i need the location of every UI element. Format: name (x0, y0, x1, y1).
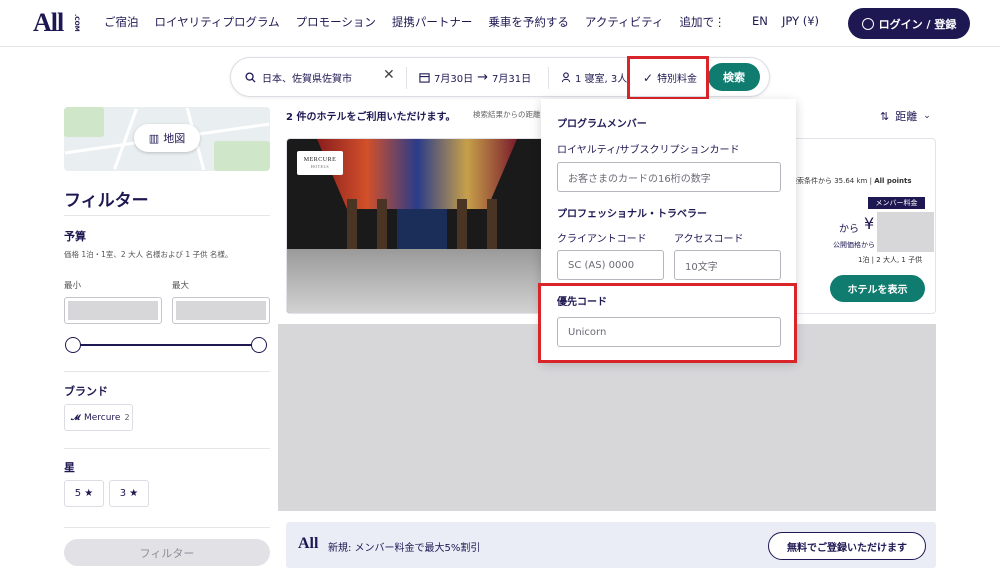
min-price-input[interactable] (64, 297, 162, 324)
nav-partners[interactable]: 提携パートナー (392, 14, 473, 30)
client-code-label: クライアントコード (557, 234, 647, 245)
sort-icon: ⇅ (880, 109, 890, 123)
destination-field[interactable]: 日本、佐賀県佐賀市 (245, 70, 352, 85)
occupancy-label: 1泊 | 2 大人, 1 子供 (858, 256, 923, 264)
all-logo[interactable]: All .COM (33, 8, 80, 38)
annotation-highlight-priority-code (538, 283, 797, 363)
filter-title: フィルター (64, 191, 149, 211)
main-nav: ご宿泊 ロイヤリティプログラム プロモーション 提携パートナー 乗車を予約する … (104, 14, 741, 30)
top-header: All .COM ご宿泊 ロイヤリティプログラム プロモーション 提携パートナー … (0, 0, 1000, 47)
currency-selector[interactable]: JPY (¥) (782, 14, 819, 28)
brand-title: ブランド (64, 385, 108, 398)
login-button[interactable]: ログイン / 登録 (848, 8, 970, 39)
currency-symbol: ¥ (864, 214, 875, 233)
nav-rides[interactable]: 乗車を予約する (488, 14, 569, 30)
access-code-input[interactable]: 10文字 (674, 250, 781, 280)
price-from-label: から (839, 224, 859, 235)
sort-selector[interactable]: ⇅ 距離 ⌄ (880, 108, 931, 124)
nav-loyalty[interactable]: ロイヤリティプログラム (155, 14, 280, 30)
map-icon: ▥ (148, 131, 160, 145)
professional-traveler-title: プロフェッショナル・トラベラー (557, 209, 707, 220)
nav-stays[interactable]: ご宿泊 (104, 14, 139, 30)
divider (64, 527, 270, 528)
promo-text: 新規: メンバー料金で最大5%割引 (328, 543, 481, 554)
rooms-guests-field[interactable]: 1 寝室, 3人 (561, 70, 627, 85)
public-price-label: 公開価格から (833, 241, 875, 249)
mercure-logo-icon: 𝓜 (71, 412, 80, 422)
hotel-distance: 検索条件から 35.64 km | All points (790, 177, 912, 185)
divider (406, 67, 407, 89)
divider (64, 215, 270, 216)
dates-field[interactable]: 7月30日 → 7月31日 (419, 70, 531, 85)
arrow-right-icon: → (477, 70, 488, 85)
language-selector[interactable]: EN (752, 14, 768, 28)
all-logo-small: All (298, 535, 319, 552)
max-price-label: 最大 (172, 281, 190, 291)
photo-floor (287, 249, 543, 313)
max-price-input[interactable] (172, 297, 270, 324)
budget-note: 価格 1泊・1室、2 大人 名様および 1 子供 名様。 (64, 250, 233, 259)
budget-title: 予算 (64, 230, 86, 243)
search-icon (245, 72, 256, 83)
show-hotel-button[interactable]: ホテルを表示 (830, 275, 925, 302)
redacted-value (176, 301, 266, 320)
nav-more[interactable]: 追加で⋮ (679, 14, 725, 30)
loyalty-card-label: ロイヤルティ/サブスクリプションカード (557, 145, 740, 156)
loyalty-card-input[interactable]: お客さまのカードの16桁の数字 (557, 162, 781, 192)
star-filter-3[interactable]: 3 ★ (109, 480, 149, 507)
nav-promotions[interactable]: プロモーション (296, 14, 376, 30)
program-member-title: プログラムメンバー (557, 119, 647, 130)
divider (64, 448, 270, 449)
client-code-input[interactable]: SC (AS) 0000 (557, 250, 664, 280)
member-rate-badge: メンバー料金 (868, 197, 925, 209)
mercure-brand-badge: MERCURE HOTELS (297, 151, 343, 175)
photo-window (397, 209, 447, 249)
user-icon (861, 17, 874, 30)
free-register-button[interactable]: 無料でご登録いただけます (768, 532, 926, 560)
divider (548, 67, 549, 89)
brand-filter-mercure[interactable]: 𝓜 Mercure 2 (64, 404, 133, 431)
person-icon (561, 72, 571, 83)
divider (64, 371, 270, 372)
apply-filter-button[interactable]: フィルター (64, 539, 270, 566)
price-slider-max-handle[interactable] (251, 337, 267, 353)
annotation-highlight-special-rates (627, 56, 709, 100)
map-park (214, 141, 270, 171)
redacted-value (68, 301, 158, 320)
price-slider-track[interactable] (72, 344, 260, 346)
results-count: 2 件のホテルをご利用いただけます。 (286, 112, 456, 123)
results-note: 検索結果からの距離 (473, 110, 541, 119)
search-button[interactable]: 検索 (708, 63, 760, 91)
calendar-icon (419, 73, 430, 83)
redacted-price (877, 212, 934, 252)
nav-activities[interactable]: アクティビティ (585, 14, 664, 30)
stars-title: 星 (64, 461, 75, 474)
clear-destination-icon[interactable]: ✕ (383, 67, 395, 83)
price-slider-min-handle[interactable] (65, 337, 81, 353)
star-filter-5[interactable]: 5 ★ (64, 480, 104, 507)
map-park (64, 107, 104, 137)
map-button[interactable]: ▥ 地図 (134, 124, 200, 152)
min-price-label: 最小 (64, 281, 82, 291)
chevron-down-icon: ⌄ (923, 111, 931, 121)
access-code-label: アクセスコード (674, 234, 744, 245)
